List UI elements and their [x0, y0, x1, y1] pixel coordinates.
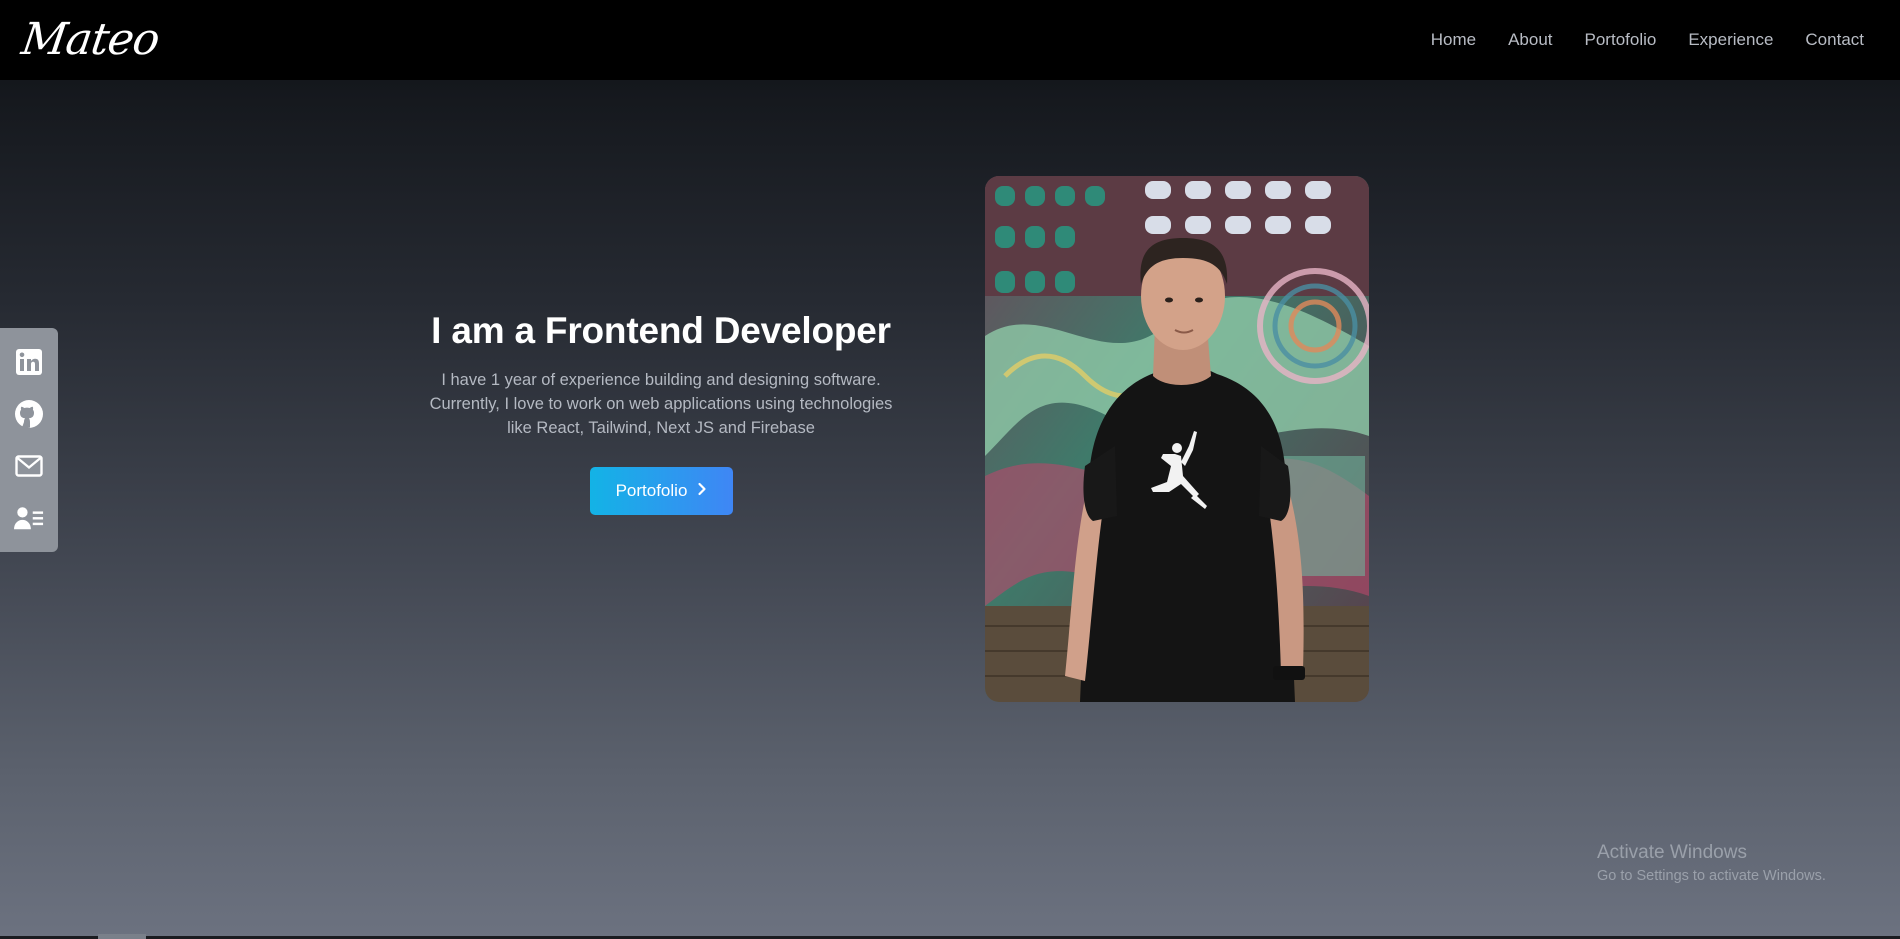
nav-links: Home About Portofolio Experience Contact — [1415, 30, 1880, 50]
windows-activation-watermark: Activate Windows Go to Settings to activ… — [1597, 842, 1826, 884]
hero-section: I am a Frontend Developer I have 1 year … — [380, 310, 942, 440]
linkedin-icon[interactable] — [14, 347, 44, 377]
resume-icon[interactable] — [14, 503, 44, 533]
nav-link-about[interactable]: About — [1492, 30, 1568, 50]
nav-link-contact[interactable]: Contact — [1789, 30, 1880, 50]
portfolio-button-label: Portofolio — [615, 481, 688, 500]
nav-link-portofolio[interactable]: Portofolio — [1569, 30, 1673, 50]
chevron-right-icon — [697, 481, 707, 501]
social-sidebar — [0, 328, 58, 552]
hero-title: I am a Frontend Developer — [431, 310, 891, 351]
hero-description: I have 1 year of experience building and… — [429, 371, 893, 437]
profile-photo — [985, 176, 1369, 702]
nav-link-experience[interactable]: Experience — [1672, 30, 1789, 50]
watermark-title: Activate Windows — [1597, 842, 1747, 863]
github-icon[interactable] — [14, 399, 44, 429]
bottom-handle — [98, 934, 146, 939]
portfolio-button[interactable]: Portofolio — [590, 467, 733, 515]
nav-link-home[interactable]: Home — [1415, 30, 1492, 50]
logo[interactable]: Mateo — [18, 14, 162, 65]
navbar: Mateo Home About Portofolio Experience C… — [0, 0, 1900, 80]
mail-icon[interactable] — [14, 451, 44, 481]
watermark-subtitle: Go to Settings to activate Windows. — [1597, 868, 1826, 884]
